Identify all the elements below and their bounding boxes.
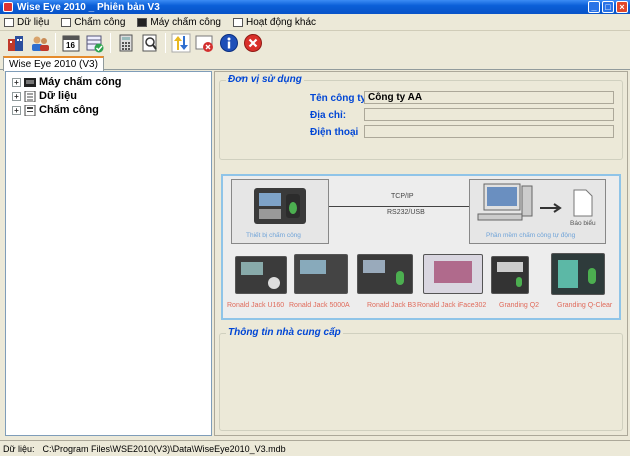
- device-iface302: [423, 254, 483, 294]
- status-bar: Dữ liệu: C:\Program Files\WSE2010(V3)\Da…: [0, 440, 630, 456]
- software-caption: Phần mềm chấm công tự động: [486, 232, 576, 239]
- company-label: Tên công ty:: [310, 93, 370, 104]
- device-label: Ronald Jack iFace302: [417, 302, 487, 309]
- search-icon[interactable]: [139, 32, 161, 54]
- supplier-group: Thông tin nhà cung cấp: [219, 327, 623, 431]
- tree-item-label: Chấm công: [39, 104, 99, 116]
- tree-item-label: Máy chấm công: [39, 76, 122, 88]
- menu-data[interactable]: Dữ liệu: [4, 17, 49, 28]
- close-button[interactable]: ×: [616, 1, 628, 13]
- navigation-tree: + Máy chấm công + Dữ liệu + Chấm công: [5, 71, 212, 436]
- transfer-icon[interactable]: [170, 32, 192, 54]
- status-label: Dữ liệu:: [3, 443, 35, 454]
- menu-data-label: Dữ liệu: [17, 16, 50, 28]
- menu-other-label: Hoạt động khác: [246, 16, 317, 28]
- menu-device[interactable]: Máy chấm công: [137, 17, 221, 28]
- device-u160: [235, 256, 287, 294]
- toolbar: 16: [0, 31, 630, 55]
- menu-timesheet[interactable]: Chấm công: [61, 17, 125, 28]
- tab-main[interactable]: Wise Eye 2010 (V3): [3, 56, 104, 71]
- device-b3: [357, 254, 413, 294]
- data-icon: [4, 17, 14, 27]
- toolbar-separator: [110, 33, 111, 53]
- menu-bar: Dữ liệu Chấm công Máy chấm công Hoạt độn…: [0, 14, 630, 31]
- window-title: Wise Eye 2010 _ Phiên bản V3: [17, 1, 160, 13]
- users-icon[interactable]: [29, 32, 51, 54]
- device-label: Ronald Jack 5000A: [289, 302, 350, 309]
- software-box: Báo biểu Phần mềm chấm công tự động: [469, 179, 606, 244]
- calendar-icon[interactable]: 16: [60, 32, 82, 54]
- connection-line: [329, 206, 469, 207]
- app-icon: [3, 2, 13, 12]
- tab-strip: Wise Eye 2010 (V3): [0, 55, 630, 71]
- device-label: Ronald Jack B3: [367, 302, 417, 309]
- device-5000a: [294, 254, 348, 294]
- expand-icon[interactable]: +: [12, 91, 21, 101]
- toolbar-separator: [55, 33, 56, 53]
- device-q-clear: [551, 253, 605, 295]
- data-icon: [24, 90, 36, 102]
- device-label: Granding Q2: [499, 302, 540, 309]
- device-label: Granding Q-Clear: [557, 302, 613, 309]
- org-group: Đơn vị sử dụng Tên công ty: Công ty AA Đ…: [219, 74, 623, 160]
- menu-device-label: Máy chấm công: [150, 16, 221, 28]
- expand-icon[interactable]: +: [12, 105, 21, 115]
- protocol-top: TCP/IP: [391, 193, 414, 200]
- company-icon[interactable]: [5, 32, 27, 54]
- device-caption: Thiết bị chấm công: [246, 232, 301, 239]
- timesheet-icon: [61, 17, 72, 27]
- maximize-button[interactable]: □: [602, 1, 614, 13]
- calculator-icon[interactable]: [115, 32, 137, 54]
- protocol-bottom: RS232/USB: [387, 209, 425, 216]
- tree-item-label: Dữ liệu: [39, 90, 77, 102]
- exit-icon[interactable]: [242, 32, 264, 54]
- report-caption: Báo biểu: [570, 220, 596, 227]
- window-controls: _ □ ×: [588, 1, 628, 13]
- menu-timesheet-label: Chấm công: [74, 16, 126, 28]
- check-calendar-icon[interactable]: [84, 32, 106, 54]
- company-field[interactable]: Công ty AA: [364, 91, 614, 104]
- address-field[interactable]: [364, 108, 614, 121]
- terminal-image: [254, 188, 306, 224]
- title-bar: Wise Eye 2010 _ Phiên bản V3 _ □ ×: [0, 0, 630, 14]
- delete-card-icon[interactable]: [194, 32, 216, 54]
- device-icon: [24, 77, 36, 87]
- menu-other[interactable]: Hoạt động khác: [233, 17, 316, 28]
- phone-label: Điện thoại: [310, 127, 359, 138]
- supplier-section-title: Thông tin nhà cung cấp: [226, 327, 343, 338]
- device-box: Thiết bị chấm công: [231, 179, 329, 244]
- phone-field[interactable]: [364, 125, 614, 138]
- svg-text:16: 16: [66, 41, 75, 50]
- toolbar-separator: [165, 33, 166, 53]
- device-icon: [137, 17, 148, 27]
- expand-icon[interactable]: +: [12, 77, 21, 87]
- minimize-button[interactable]: _: [588, 1, 600, 13]
- tree-item-data[interactable]: + Dữ liệu: [12, 89, 211, 103]
- system-diagram: Thiết bị chấm công TCP/IP RS232/USB Báo …: [221, 174, 621, 320]
- timesheet-icon: [24, 104, 36, 116]
- info-icon[interactable]: [218, 32, 240, 54]
- org-section-title: Đơn vị sử dụng: [226, 74, 304, 85]
- other-icon: [233, 17, 243, 27]
- tree-item-timesheet[interactable]: + Chấm công: [12, 103, 211, 117]
- device-q2: [491, 256, 529, 294]
- tree-item-device[interactable]: + Máy chấm công: [12, 75, 211, 89]
- address-label: Địa chỉ:: [310, 110, 347, 121]
- device-label: Ronald Jack U160: [227, 302, 285, 309]
- database-path: C:\Program Files\WSE2010(V3)\Data\WiseEy…: [42, 443, 286, 454]
- main-panel: Đơn vị sử dụng Tên công ty: Công ty AA Đ…: [214, 71, 628, 436]
